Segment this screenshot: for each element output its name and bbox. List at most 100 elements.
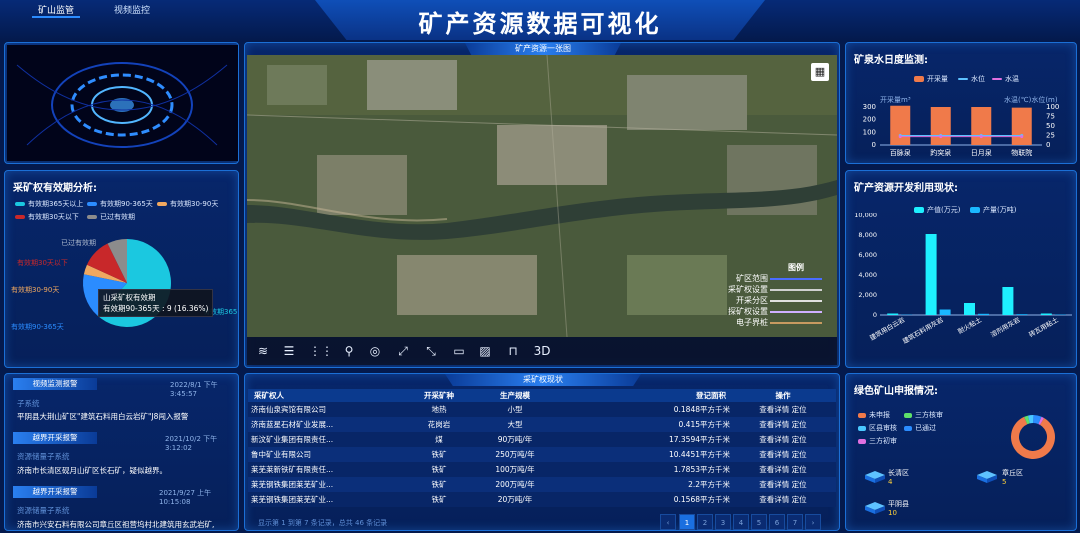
data-point bbox=[939, 135, 943, 139]
basket-icon[interactable]: ⊓ bbox=[505, 343, 521, 359]
validity-legend-item: 有效期90-365天 bbox=[87, 199, 153, 209]
validity-legend-item: 有效期365天以上 bbox=[15, 199, 83, 209]
row-action-links[interactable]: 查看详情 定位 bbox=[730, 402, 836, 417]
bar bbox=[1040, 313, 1052, 315]
pager-page[interactable]: 2 bbox=[697, 514, 713, 530]
pie-label-90-365: 有效期90-365天 bbox=[11, 323, 64, 331]
map-legend-item: 开采分区 bbox=[722, 295, 830, 306]
district-cube-icon bbox=[865, 502, 885, 514]
validity-panel: 采矿权有效期分析: 有效期365天以上 有效期90-365天 有效期30-90天… bbox=[4, 170, 239, 368]
validity-title: 采矿权有效期分析: bbox=[13, 183, 97, 194]
bar bbox=[925, 234, 937, 315]
y-tick-label: 6,000 bbox=[858, 251, 877, 259]
col-scale: 生产规模 bbox=[470, 389, 560, 402]
title-banner: 矿产资源数据可视化 bbox=[315, 0, 765, 40]
3d-button[interactable]: 3D bbox=[531, 343, 553, 359]
pager-page[interactable]: 3 bbox=[715, 514, 731, 530]
pager-page[interactable]: 6 bbox=[769, 514, 785, 530]
table-footer: 显示第 1 到第 7 条记录，总共 46 条记录 bbox=[258, 519, 388, 527]
tab-mine-supervision[interactable]: 矿山监管 bbox=[32, 4, 81, 18]
alarm-panel: 视频监测报警 2022/8/1 下午3:45:57 子系统 平阴县大荆山矿区"建… bbox=[4, 373, 239, 531]
table-row[interactable]: 新汶矿业集团有限责任... 煤 90万吨/年 17.3594平方千米 查看详情 定位 bbox=[248, 432, 836, 447]
globe-icon[interactable]: ◎ bbox=[367, 343, 383, 359]
x-tick-label: 物联院 bbox=[1011, 148, 1032, 157]
location-pin-icon[interactable]: ⚲ bbox=[341, 343, 357, 359]
expand-icon[interactable]: ⤢ bbox=[395, 343, 411, 359]
row-action-links[interactable]: 查看详情 定位 bbox=[730, 432, 836, 447]
x-tick-label: 百脉泉 bbox=[890, 148, 911, 157]
pager-page[interactable]: 7 bbox=[787, 514, 803, 530]
map-legend-item: 采矿权设置 bbox=[722, 284, 830, 295]
pager-page[interactable]: 1 bbox=[679, 514, 695, 530]
area-measure-icon[interactable]: ▨ bbox=[477, 343, 493, 359]
alarm-time: 2021/10/2 下午3:12:02 bbox=[165, 435, 218, 452]
green-title: 绿色矿山申报情况: bbox=[854, 386, 938, 397]
row-action-links[interactable]: 查看详情 定位 bbox=[730, 417, 836, 432]
bar bbox=[1016, 314, 1028, 315]
pie-label-30-90: 有效期30-90天 bbox=[11, 286, 60, 294]
grid-icon[interactable]: ⋮⋮ bbox=[309, 343, 333, 359]
pager-page[interactable]: 4 bbox=[733, 514, 749, 530]
map-legend-item: 电子界桩 bbox=[722, 317, 830, 328]
table-row[interactable]: 济南仙泉宾馆有限公司 地热 小型 0.1848平方千米 查看详情 定位 bbox=[248, 402, 836, 417]
layers-icon[interactable]: ≋ bbox=[255, 343, 271, 359]
validity-legend-item: 有效期30-90天 bbox=[157, 199, 218, 209]
y-tick-label: 4,000 bbox=[858, 271, 877, 279]
dev-title: 矿产资源开发利用现状: bbox=[854, 183, 958, 194]
pie-slice bbox=[1011, 416, 1055, 459]
green-legend-item: 三方初审 bbox=[858, 436, 897, 446]
green-panel: 绿色矿山申报情况: 未申报 三方核审 区县审核 已通过 三方初审 长清区 4 章丘… bbox=[845, 373, 1077, 531]
pager-prev[interactable]: ‹ bbox=[660, 514, 676, 530]
table-row[interactable]: 莱芜钢铁集团莱芜矿业... 铁矿 20万吨/年 0.1568平方千米 查看详情 定位 bbox=[248, 492, 836, 507]
search-list-icon[interactable]: ☰ bbox=[281, 343, 297, 359]
row-action-links[interactable]: 查看详情 定位 bbox=[730, 492, 836, 507]
green-donut-chart bbox=[1011, 415, 1055, 459]
district-cube-icon bbox=[865, 471, 885, 483]
bar bbox=[978, 313, 989, 315]
alarm-message[interactable]: 济南市长清区砚月山矿区长石矿，疑似越界。 bbox=[17, 465, 167, 476]
pager-next[interactable]: › bbox=[805, 514, 821, 530]
district-stat: 长清区 4 bbox=[888, 469, 909, 486]
ruler-icon[interactable]: ▭ bbox=[451, 343, 467, 359]
alarm-head: 越界开采报警 bbox=[13, 486, 97, 498]
water-legend-item: 水位 bbox=[958, 74, 985, 84]
bar bbox=[939, 309, 951, 315]
y-tick-label: 300 bbox=[863, 103, 876, 111]
top-nav: 矿山监管 视频监控 矿产资源数据可视化 bbox=[0, 0, 1080, 40]
table-row[interactable]: 莱芜莱新铁矿有限责任... 铁矿 100万吨/年 1.7853平方千米 查看详情 定位 bbox=[248, 462, 836, 477]
tab-video-monitoring[interactable]: 视频监控 bbox=[108, 4, 156, 18]
x-tick-label: 日月泉 bbox=[971, 148, 992, 157]
y-tick-label: 2,000 bbox=[858, 291, 877, 299]
alarm-head: 视频监测报警 bbox=[13, 378, 97, 390]
y-tick-label: 25 bbox=[1046, 132, 1055, 140]
x-tick-label: 砖瓦用粘土 bbox=[1027, 315, 1060, 339]
bar bbox=[930, 107, 951, 145]
alarm-message[interactable]: 平阴县大荆山矿区"建筑石料用白云岩矿"J8闯入报警 bbox=[17, 411, 188, 422]
row-action-links[interactable]: 查看详情 定位 bbox=[730, 462, 836, 477]
water-panel: 矿泉水日度监测: 开采量 水位 水温 开采量m³ 水温(℃)水位(m) 300 2… bbox=[845, 42, 1077, 164]
map-legend-item: 矿区范围 bbox=[722, 273, 830, 284]
water-title: 矿泉水日度监测: bbox=[854, 55, 928, 66]
alarm-message[interactable]: 济南市兴安石料有限公司章丘区祖营坞村北建筑用玄武岩矿, bbox=[17, 519, 214, 530]
x-tick-label: 趵突泉 bbox=[930, 148, 951, 157]
row-action-links[interactable]: 查看详情 定位 bbox=[730, 447, 836, 462]
shrink-icon[interactable]: ⤡ bbox=[423, 343, 439, 359]
pager-page[interactable]: 5 bbox=[751, 514, 767, 530]
qr-code-icon[interactable]: ▦ bbox=[811, 63, 829, 81]
col-mineral: 开采矿种 bbox=[408, 389, 470, 402]
col-area: 登记面积 bbox=[560, 389, 730, 402]
y-tick-label: 0 bbox=[873, 311, 877, 319]
water-chart: 30020010001007550250百脉泉 趵突泉 日月泉 物联院 bbox=[863, 103, 1060, 157]
dev-chart: 10,0008,0006,0004,0002,0000建筑用白云岩建筑石料用灰岩… bbox=[854, 213, 1072, 345]
page-title: 矿产资源数据可视化 bbox=[418, 10, 662, 38]
table-header: 采矿权现状 bbox=[445, 374, 641, 386]
y-tick-label: 8,000 bbox=[858, 231, 877, 239]
table-row[interactable]: 济南蓝星石材矿业发展... 花岗岩 大型 0.415平方千米 查看详情 定位 bbox=[248, 417, 836, 432]
map-legend: 图例 矿区范围 采矿权设置 开采分区 探矿权设置 电子界桩 bbox=[722, 262, 830, 328]
x-tick-label: 溶剂用灰岩 bbox=[989, 315, 1022, 339]
alarm-time: 2022/8/1 下午3:45:57 bbox=[170, 381, 218, 398]
table-row[interactable]: 莱芜钢铁集团莱芜矿业... 铁矿 200万吨/年 2.2平方千米 查看详情 定位 bbox=[248, 477, 836, 492]
table-row[interactable]: 鲁中矿业有限公司 铁矿 250万吨/年 10.4451平方千米 查看详情 定位 bbox=[248, 447, 836, 462]
green-legend-item: 未申报 bbox=[858, 410, 890, 420]
row-action-links[interactable]: 查看详情 定位 bbox=[730, 477, 836, 492]
